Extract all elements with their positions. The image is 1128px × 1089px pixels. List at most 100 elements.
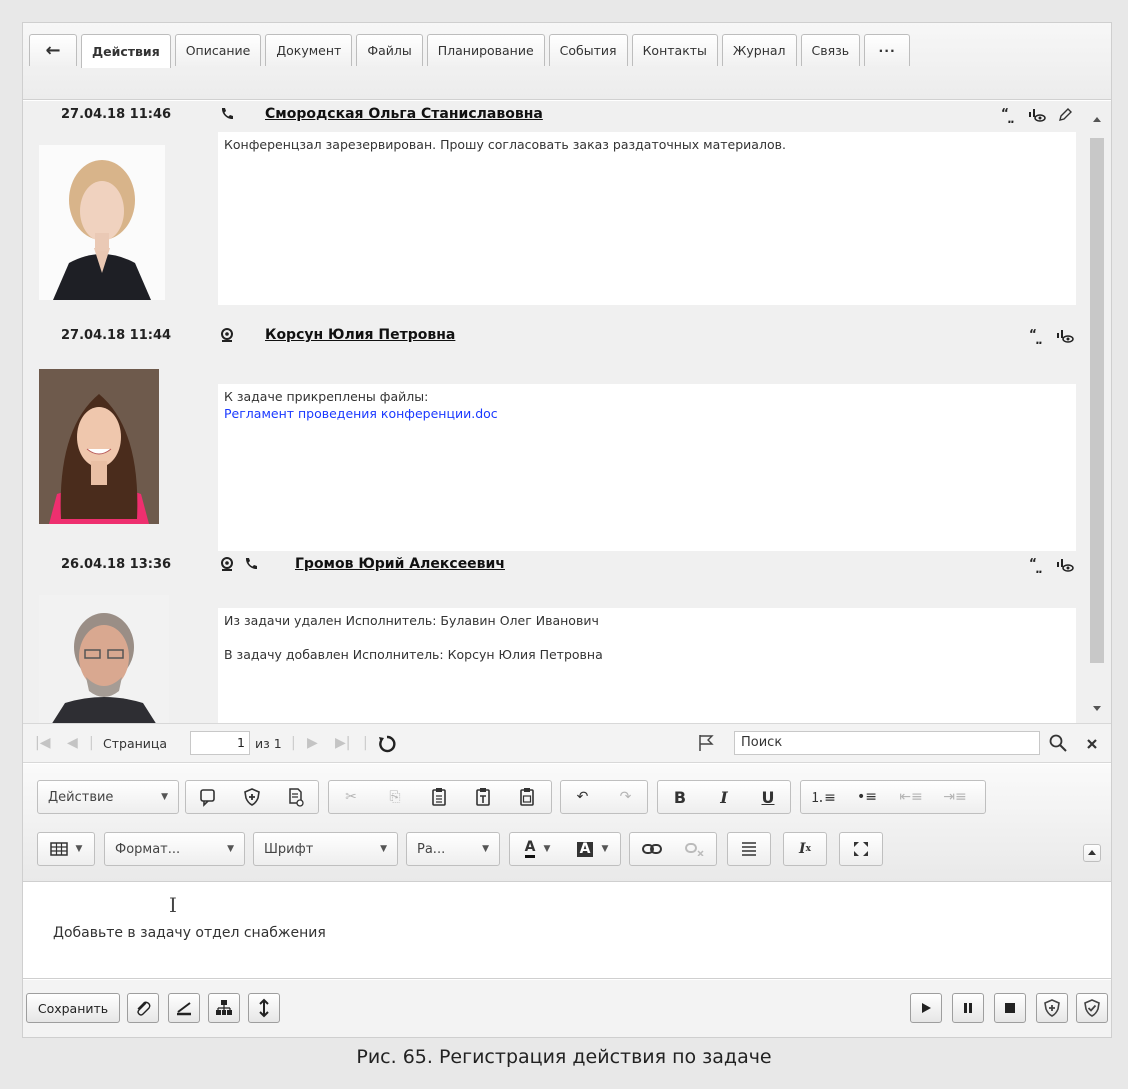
unlink-icon[interactable] (673, 833, 716, 865)
comment-icon[interactable] (186, 781, 230, 813)
clear-format-icon: Ix (799, 841, 811, 857)
svg-text:„: „ (1035, 333, 1043, 344)
prev-page-icon[interactable]: ◀ (67, 735, 78, 751)
tab-actions[interactable]: Действия (81, 34, 171, 68)
back-button[interactable]: ← (29, 34, 77, 66)
shield-add-icon[interactable] (1036, 993, 1068, 1023)
more-tabs-button[interactable]: ··· (864, 34, 911, 66)
svg-text:„: „ (1007, 112, 1015, 123)
format-dropdown-label: Формат... (115, 841, 181, 857)
undo-icon[interactable]: ↶ (561, 781, 604, 813)
tab-planning[interactable]: Планирование (426, 34, 545, 66)
tab-journal[interactable]: Журнал (721, 34, 797, 66)
page-count-label: из 1 (255, 736, 282, 751)
paste-icon[interactable] (417, 781, 461, 813)
first-page-icon[interactable]: |◀ (35, 735, 50, 751)
chevron-down-icon: ▼ (601, 844, 609, 854)
action-dropdown-label: Действие (48, 789, 114, 805)
search-icon[interactable] (1049, 734, 1067, 752)
feed-scrollbar[interactable] (1083, 101, 1111, 723)
refresh-icon[interactable] (378, 735, 396, 753)
horizontal-rule-icon (728, 833, 770, 865)
flag-icon[interactable] (697, 734, 715, 752)
shield-add-icon[interactable] (230, 781, 274, 813)
size-dropdown-label: Ра... (417, 841, 446, 857)
read-status-icon[interactable] (1027, 106, 1047, 124)
resize-icon[interactable] (248, 993, 280, 1023)
quote-icon[interactable]: “„ (1027, 327, 1047, 345)
editor-text[interactable]: Добавьте в задачу отдел снабжения (53, 925, 326, 941)
chevron-down-icon: ▼ (75, 844, 83, 854)
entry-author-link[interactable]: Корсун Юлия Петровна (265, 327, 455, 343)
redo-icon[interactable]: ↷ (604, 781, 647, 813)
org-structure-icon[interactable] (208, 993, 240, 1023)
scroll-down-icon[interactable] (1092, 705, 1102, 713)
tab-files[interactable]: Файлы (356, 34, 423, 66)
tab-bar: ← Действия Описание Документ Файлы Плани… (23, 23, 1111, 100)
entry-author-link[interactable]: Смородская Ольга Станиславовна (265, 106, 543, 122)
editor-toolbar: Действие ▼ ✂ ⎘ ↶ ↷ B I U ⒈≡ •≡ ⇤≡ ⇥≡ ▼ Ф… (23, 764, 1111, 882)
tab-events[interactable]: События (548, 34, 628, 66)
page-number-input[interactable]: 1 (190, 731, 250, 755)
clear-search-icon[interactable] (1086, 738, 1098, 750)
paste-word-icon[interactable] (505, 781, 549, 813)
shield-check-icon[interactable] (1076, 993, 1108, 1023)
tab-document[interactable]: Документ (265, 34, 353, 66)
decrease-indent-icon[interactable]: ⇤≡ (889, 781, 933, 813)
maximize-icon (840, 833, 882, 865)
size-dropdown[interactable]: Ра... ▼ (406, 832, 500, 866)
page-label: Страница (103, 736, 168, 751)
attach-icon[interactable] (127, 993, 159, 1023)
last-page-icon[interactable]: ▶| (335, 735, 350, 751)
collapse-toolbar-button[interactable] (1083, 844, 1101, 862)
stop-icon[interactable] (994, 993, 1026, 1023)
scroll-thumb[interactable] (1090, 138, 1104, 663)
underline-button[interactable]: U (746, 781, 790, 813)
quote-icon[interactable]: “„ (1027, 556, 1047, 574)
scroll-up-icon[interactable] (1092, 115, 1102, 123)
font-dropdown-label: Шрифт (264, 841, 314, 857)
copy-icon[interactable]: ⎘ (373, 781, 417, 813)
tab-contacts[interactable]: Контакты (631, 34, 718, 66)
entry-date: 27.04.18 11:46 (61, 107, 172, 122)
cut-icon[interactable]: ✂ (329, 781, 373, 813)
entry-author-link[interactable]: Громов Юрий Алексеевич (295, 556, 505, 572)
background-color-icon[interactable]: A ▼ (565, 833, 620, 865)
action-dropdown[interactable]: Действие ▼ (37, 780, 179, 814)
horizontal-rule-button[interactable] (727, 832, 771, 866)
quote-icon[interactable]: “„ (999, 106, 1019, 124)
bulleted-list-icon[interactable]: •≡ (845, 781, 889, 813)
tab-description[interactable]: Описание (174, 34, 262, 66)
clear-format-button[interactable]: Ix (783, 832, 827, 866)
link-icon[interactable] (630, 833, 673, 865)
actions-feed[interactable]: 27.04.18 11:46 Смородская Ольга Станисла… (23, 101, 1111, 723)
search-input[interactable]: Поиск (734, 731, 1040, 755)
edit-icon[interactable] (1055, 106, 1075, 124)
read-status-icon[interactable] (1055, 327, 1075, 345)
message-line: Конференцзал зарезервирован. Прошу согла… (224, 137, 786, 152)
tab-link[interactable]: Связь (800, 34, 861, 66)
maximize-button[interactable] (839, 832, 883, 866)
chevron-down-icon: ▼ (161, 792, 168, 802)
play-icon[interactable] (910, 993, 942, 1023)
increase-indent-icon[interactable]: ⇥≡ (933, 781, 977, 813)
pause-icon[interactable] (952, 993, 984, 1023)
read-status-icon[interactable] (1055, 556, 1075, 574)
message-line: К задаче прикреплены файлы: (224, 389, 429, 404)
document-link-icon[interactable] (274, 781, 318, 813)
bold-button[interactable]: B (658, 781, 702, 813)
numbered-list-icon[interactable]: ⒈≡ (801, 781, 845, 813)
entry-message: К задаче прикреплены файлы: Регламент пр… (218, 384, 1076, 557)
attachment-link[interactable]: Регламент проведения конференции.doc (224, 405, 1070, 422)
save-button[interactable]: Сохранить (26, 993, 120, 1023)
paste-text-icon[interactable] (461, 781, 505, 813)
message-editor[interactable]: I Добавьте в задачу отдел снабжения (23, 883, 1111, 979)
phone-icon (221, 108, 233, 120)
text-color-icon[interactable]: A ▼ (510, 833, 565, 865)
italic-button[interactable]: I (702, 781, 746, 813)
sign-icon[interactable] (168, 993, 200, 1023)
table-dropdown[interactable]: ▼ (37, 832, 95, 866)
next-page-icon[interactable]: ▶ (307, 735, 318, 751)
format-dropdown[interactable]: Формат... ▼ (104, 832, 245, 866)
font-dropdown[interactable]: Шрифт ▼ (253, 832, 398, 866)
